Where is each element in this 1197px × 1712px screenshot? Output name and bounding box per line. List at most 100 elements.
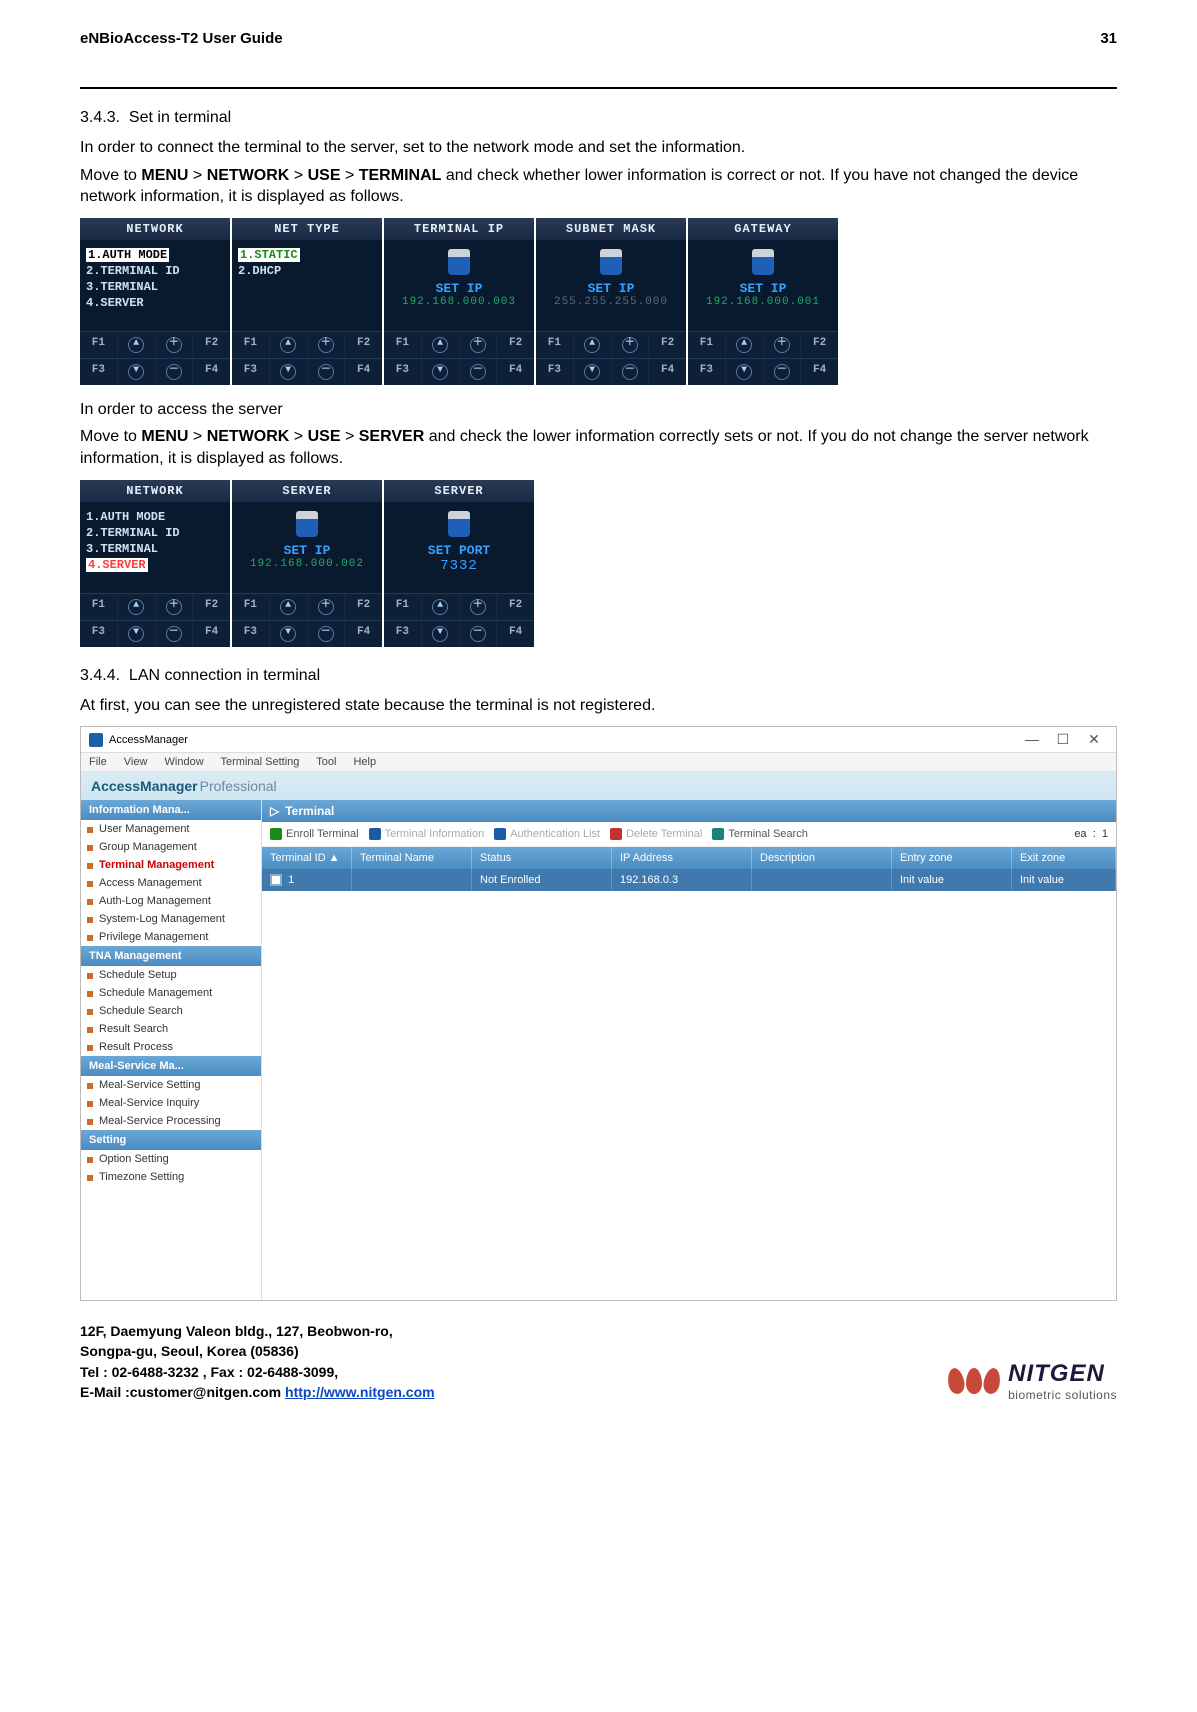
key-up[interactable]: ▲ [421, 331, 459, 358]
toolbar-search[interactable]: Terminal Search [712, 828, 807, 840]
key-f4[interactable]: F4 [800, 358, 838, 385]
menu-item-terminal[interactable]: 3.TERMINAL [86, 541, 224, 557]
menu-item-dhcp[interactable]: 2.DHCP [238, 263, 376, 279]
key-f4[interactable]: F4 [496, 358, 534, 385]
table-row[interactable]: 1 Not Enrolled 192.168.0.3 Init value In… [262, 869, 1116, 891]
sidebar-item-meal-processing[interactable]: Meal-Service Processing [81, 1112, 261, 1130]
menu-window[interactable]: Window [165, 756, 204, 768]
toolbar-authlist[interactable]: Authentication List [494, 828, 600, 840]
toolbar-enroll[interactable]: Enroll Terminal [270, 828, 359, 840]
menu-tool[interactable]: Tool [316, 756, 336, 768]
menu-item-auth[interactable]: 1.AUTH MODE [86, 509, 224, 525]
toolbar-delete[interactable]: Delete Terminal [610, 828, 702, 840]
key-f4[interactable]: F4 [344, 620, 382, 647]
key-f2[interactable]: F2 [648, 331, 686, 358]
key-f3[interactable]: F3 [536, 358, 573, 385]
menu-item-server[interactable]: 4.SERVER [86, 295, 224, 311]
sidebar-item-result-process[interactable]: Result Process [81, 1038, 261, 1056]
key-f3[interactable]: F3 [80, 358, 117, 385]
sidebar-item-privilege[interactable]: Privilege Management [81, 928, 261, 946]
key-down[interactable]: ▼ [573, 358, 611, 385]
key-f3[interactable]: F3 [232, 620, 269, 647]
key-f4[interactable]: F4 [648, 358, 686, 385]
key-f1[interactable]: F1 [80, 593, 117, 620]
key-plus[interactable]: ＋ [459, 331, 497, 358]
key-minus[interactable]: － [155, 358, 193, 385]
sidebar-item-access-mgmt[interactable]: Access Management [81, 874, 261, 892]
key-f2[interactable]: F2 [800, 331, 838, 358]
key-plus[interactable]: ＋ [155, 331, 193, 358]
key-f4[interactable]: F4 [192, 620, 230, 647]
minimize-button[interactable]: — [1018, 731, 1046, 747]
key-down[interactable]: ▼ [269, 358, 307, 385]
key-up[interactable]: ▲ [269, 593, 307, 620]
sidebar-item-authlog[interactable]: Auth-Log Management [81, 892, 261, 910]
key-f1[interactable]: F1 [384, 593, 421, 620]
key-up[interactable]: ▲ [725, 331, 763, 358]
key-minus[interactable]: － [459, 358, 497, 385]
menu-help[interactable]: Help [353, 756, 376, 768]
menu-item-termid[interactable]: 2.TERMINAL ID [86, 525, 224, 541]
menu-item-static[interactable]: 1.STATIC [238, 248, 300, 262]
key-f1[interactable]: F1 [80, 331, 117, 358]
sidebar-item-timezone-setting[interactable]: Timezone Setting [81, 1168, 261, 1186]
menu-view[interactable]: View [124, 756, 148, 768]
key-down[interactable]: ▼ [117, 620, 155, 647]
key-up[interactable]: ▲ [117, 331, 155, 358]
key-down[interactable]: ▼ [421, 620, 459, 647]
key-f4[interactable]: F4 [344, 358, 382, 385]
key-f1[interactable]: F1 [232, 331, 269, 358]
key-minus[interactable]: － [155, 620, 193, 647]
col-ip[interactable]: IP Address [612, 847, 752, 869]
key-up[interactable]: ▲ [573, 331, 611, 358]
sidebar-item-schedule-mgmt[interactable]: Schedule Management [81, 984, 261, 1002]
key-f2[interactable]: F2 [192, 331, 230, 358]
key-f2[interactable]: F2 [496, 331, 534, 358]
col-entry-zone[interactable]: Entry zone [892, 847, 1012, 869]
col-terminal-name[interactable]: Terminal Name [352, 847, 472, 869]
sidebar-item-syslog[interactable]: System-Log Management [81, 910, 261, 928]
key-f3[interactable]: F3 [688, 358, 725, 385]
sidebar-item-option-setting[interactable]: Option Setting [81, 1150, 261, 1168]
key-f2[interactable]: F2 [344, 331, 382, 358]
menu-item-server[interactable]: 4.SERVER [86, 558, 148, 572]
maximize-button[interactable]: ☐ [1049, 731, 1077, 748]
sidebar-item-meal-inquiry[interactable]: Meal-Service Inquiry [81, 1094, 261, 1112]
key-f1[interactable]: F1 [384, 331, 421, 358]
menu-file[interactable]: File [89, 756, 107, 768]
key-plus[interactable]: ＋ [763, 331, 801, 358]
key-down[interactable]: ▼ [117, 358, 155, 385]
key-up[interactable]: ▲ [421, 593, 459, 620]
close-button[interactable]: ✕ [1080, 731, 1108, 748]
key-f4[interactable]: F4 [496, 620, 534, 647]
sidebar-group-tna[interactable]: TNA Management [81, 946, 261, 966]
sidebar-group-setting[interactable]: Setting [81, 1130, 261, 1150]
key-up[interactable]: ▲ [117, 593, 155, 620]
key-f1[interactable]: F1 [536, 331, 573, 358]
sidebar-item-schedule-setup[interactable]: Schedule Setup [81, 966, 261, 984]
key-plus[interactable]: ＋ [307, 593, 345, 620]
key-plus[interactable]: ＋ [611, 331, 649, 358]
col-description[interactable]: Description [752, 847, 892, 869]
key-f2[interactable]: F2 [496, 593, 534, 620]
key-up[interactable]: ▲ [269, 331, 307, 358]
key-f4[interactable]: F4 [192, 358, 230, 385]
key-f2[interactable]: F2 [344, 593, 382, 620]
sidebar-item-result-search[interactable]: Result Search [81, 1020, 261, 1038]
key-f2[interactable]: F2 [192, 593, 230, 620]
key-f3[interactable]: F3 [384, 620, 421, 647]
toolbar-info[interactable]: Terminal Information [369, 828, 485, 840]
key-f3[interactable]: F3 [384, 358, 421, 385]
menu-item-terminal[interactable]: 3.TERMINAL [86, 279, 224, 295]
key-minus[interactable]: － [611, 358, 649, 385]
menu-item-termid[interactable]: 2.TERMINAL ID [86, 263, 224, 279]
key-minus[interactable]: － [459, 620, 497, 647]
key-f1[interactable]: F1 [688, 331, 725, 358]
key-f3[interactable]: F3 [232, 358, 269, 385]
key-plus[interactable]: ＋ [307, 331, 345, 358]
key-f3[interactable]: F3 [80, 620, 117, 647]
col-terminal-id[interactable]: Terminal ID ▲ [262, 847, 352, 869]
key-down[interactable]: ▼ [269, 620, 307, 647]
key-minus[interactable]: － [307, 358, 345, 385]
key-plus[interactable]: ＋ [155, 593, 193, 620]
